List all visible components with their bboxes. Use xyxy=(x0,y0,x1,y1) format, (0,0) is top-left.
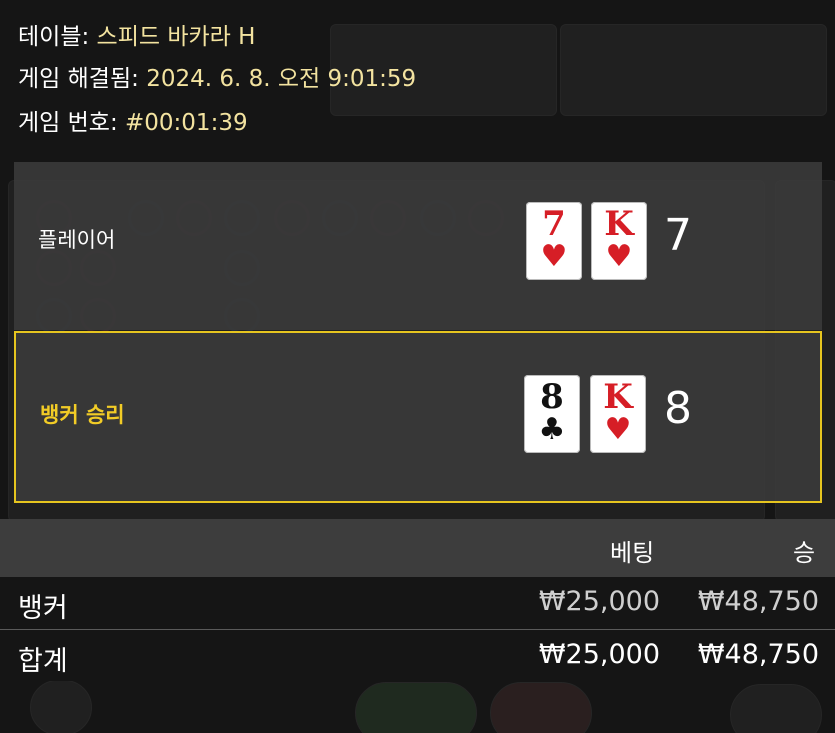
table-info: 테이블: 스피드 바카라 H xyxy=(18,22,255,52)
heart-suit-icon: ♥ xyxy=(540,239,568,274)
table-row: 뱅커 ₩25,000 ₩48,750 xyxy=(0,578,835,628)
win-amount: ₩48,750 xyxy=(697,586,819,617)
table-info-label: 테이블: xyxy=(18,24,90,50)
heart-suit-icon: ♥ xyxy=(604,412,632,447)
bet-name: 뱅커 xyxy=(18,593,68,624)
win-column-header: 승 xyxy=(793,539,816,567)
banker-win-label: 뱅커 승리 xyxy=(40,403,125,427)
card-rank: K xyxy=(603,377,633,417)
bet-amount: ₩25,000 xyxy=(538,586,660,617)
heart-suit-icon: ♥ xyxy=(605,239,633,274)
total-row: 합계 ₩25,000 ₩48,750 xyxy=(0,631,835,681)
player-label: 플레이어 xyxy=(38,228,116,252)
card-rank: 8 xyxy=(540,377,564,417)
game-resolved-value: 2024. 6. 8. 오전 9:01:59 xyxy=(146,66,417,92)
player-card-2: K ♥ xyxy=(591,202,647,280)
total-bet-amount: ₩25,000 xyxy=(538,639,660,670)
player-score: 7 xyxy=(664,210,692,261)
card-rank: K xyxy=(604,204,634,244)
table-info-value: 스피드 바카라 H xyxy=(96,24,256,50)
game-resolved-info: 게임 해결됨: 2024. 6. 8. 오전 9:01:59 xyxy=(18,64,416,94)
banker-hand-panel: 뱅커 승리 8 ♣ K ♥ 8 xyxy=(14,331,822,503)
banker-card-2: K ♥ xyxy=(590,375,646,453)
game-number-value: #00:01:39 xyxy=(125,110,248,136)
game-number-label: 게임 번호: xyxy=(18,110,118,136)
table-divider xyxy=(0,629,835,630)
total-label: 합계 xyxy=(18,646,68,677)
bet-column-header: 베팅 xyxy=(610,539,655,567)
bets-table-header: 베팅 승 xyxy=(0,519,835,577)
game-resolved-label: 게임 해결됨: xyxy=(18,66,139,92)
player-card-1: 7 ♥ xyxy=(526,202,582,280)
banker-card-1: 8 ♣ xyxy=(524,375,580,453)
total-win-amount: ₩48,750 xyxy=(697,639,819,670)
card-rank: 7 xyxy=(542,204,566,244)
club-suit-icon: ♣ xyxy=(538,412,566,447)
banker-score: 8 xyxy=(664,383,692,434)
player-hand-panel: 플레이어 7 ♥ K ♥ 7 xyxy=(14,162,822,330)
game-number-info: 게임 번호: #00:01:39 xyxy=(18,108,248,138)
